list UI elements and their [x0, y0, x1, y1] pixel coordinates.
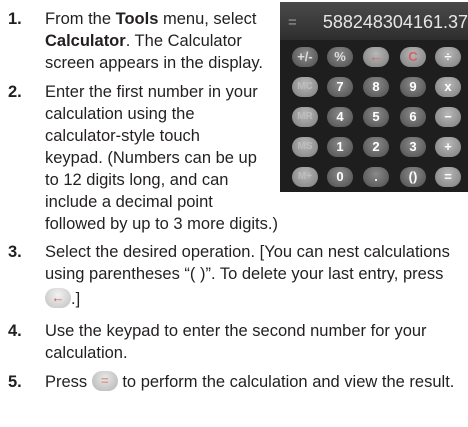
step-line: Calculator. The Calculator [45, 32, 242, 50]
step-line: Enter the first number in your [45, 83, 258, 101]
divide-key[interactable]: ÷ [435, 47, 461, 67]
calculator-keypad: +/- % ← C ÷ MC 7 8 9 x MR 4 5 6 − MS 1 2… [280, 40, 468, 192]
step-number: 4. [8, 322, 22, 340]
step-number: 2. [8, 83, 22, 101]
step-number: 5. [8, 373, 22, 391]
add-key[interactable]: + [435, 137, 461, 157]
step-line: calculation. [45, 344, 128, 362]
step-line: include a decimal point [45, 193, 213, 211]
memory-clear-key[interactable]: MC [292, 77, 318, 97]
step-text: Enter the first number in your calculati… [45, 81, 278, 235]
step-line: ←.] [45, 288, 450, 310]
digit-8-key[interactable]: 8 [363, 77, 389, 97]
step-number: 3. [8, 243, 22, 261]
parentheses-key[interactable]: () [400, 167, 426, 187]
step-text: Select the desired operation. [You can n… [45, 241, 450, 310]
memory-save-key[interactable]: MS [292, 137, 318, 157]
digit-6-key[interactable]: 6 [400, 107, 426, 127]
memory-recall-key[interactable]: MR [292, 107, 318, 127]
calculator-display: = 588248304161.37 [280, 2, 468, 40]
step-line: to 12 digits long, and can [45, 171, 229, 189]
backspace-key[interactable]: ← [363, 47, 389, 67]
digit-3-key[interactable]: 3 [400, 137, 426, 157]
step-line: keypad. (Numbers can be up [45, 149, 257, 167]
step-text: Use the keypad to enter the second numbe… [45, 320, 427, 364]
equals-key[interactable]: = [435, 167, 461, 187]
backspace-key-icon: ← [45, 288, 71, 308]
digit-9-key[interactable]: 9 [400, 77, 426, 97]
plus-minus-key[interactable]: +/- [292, 47, 318, 67]
clear-key[interactable]: C [400, 47, 426, 67]
step-line: followed by up to 3 more digits.) [45, 215, 278, 233]
step-line: screen appears in the display. [45, 54, 263, 72]
digit-2-key[interactable]: 2 [363, 137, 389, 157]
step-line: From the Tools menu, select [45, 10, 257, 28]
decimal-point-key[interactable]: . [363, 167, 389, 187]
digit-7-key[interactable]: 7 [327, 77, 353, 97]
percent-key[interactable]: % [327, 47, 353, 67]
digit-1-key[interactable]: 1 [327, 137, 353, 157]
multiply-key[interactable]: x [435, 77, 461, 97]
digit-5-key[interactable]: 5 [363, 107, 389, 127]
step-line: Use the keypad to enter the second numbe… [45, 322, 427, 340]
display-equals-sign: = [288, 14, 297, 31]
memory-add-key[interactable]: M+ [292, 167, 318, 187]
step-number: 1. [8, 10, 22, 28]
equals-key-icon: = [91, 371, 118, 391]
subtract-key[interactable]: − [435, 107, 461, 127]
step-line: calculator-style touch [45, 127, 200, 145]
step-text: From the Tools menu, select Calculator. … [45, 8, 263, 74]
calculator-screenshot: = 588248304161.37 +/- % ← C ÷ MC 7 8 9 x… [280, 2, 468, 192]
step-line: using parentheses “( )”. To delete your … [45, 265, 444, 283]
step-line: calculation using the [45, 105, 195, 123]
step-line: Select the desired operation. [You can n… [45, 243, 450, 261]
digit-0-key[interactable]: 0 [327, 167, 353, 187]
display-value: 588248304161.37 [322, 12, 468, 32]
digit-4-key[interactable]: 4 [327, 107, 353, 127]
step-text: Press = to perform the calculation and v… [45, 371, 455, 391]
